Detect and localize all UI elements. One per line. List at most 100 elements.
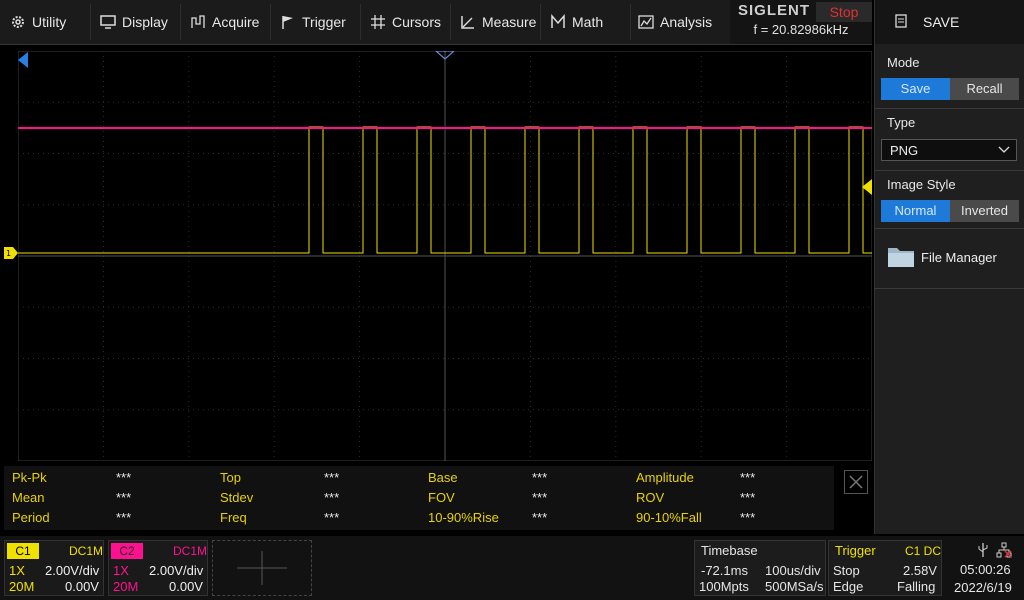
brand-block: SIGLENT Stop f = 20.82986kHz — [730, 0, 872, 44]
measurement-value: *** — [532, 470, 548, 485]
timebase-info[interactable]: Timebase -72.1ms 100us/div 100Mpts 500MS… — [694, 540, 826, 596]
menu-label: Acquire — [212, 14, 260, 30]
acquire-icon — [191, 15, 205, 28]
image-style-toggle: Normal Inverted — [881, 200, 1019, 222]
gear-icon — [12, 16, 24, 28]
measure-icon — [461, 16, 474, 29]
ch1-offset: 0.00V — [65, 579, 99, 594]
ch2-bandwidth: 20M — [113, 579, 139, 594]
menu-acquire[interactable]: Acquire — [190, 0, 270, 44]
menu-display[interactable]: Display — [100, 0, 180, 44]
menu-trigger[interactable]: Trigger — [280, 0, 360, 44]
menu-label: Display — [122, 14, 168, 30]
trigger-level: 2.58V — [903, 563, 937, 578]
clock-date: 2022/6/19 — [954, 580, 1012, 595]
timebase-delay: -72.1ms — [701, 563, 748, 578]
run-status-badge[interactable]: Stop — [816, 2, 872, 22]
trigger-type: Edge — [833, 579, 864, 594]
measurement-value: *** — [532, 510, 548, 525]
measurement-label: FOV — [428, 490, 455, 505]
measurement-label: ROV — [636, 490, 665, 505]
menu-measure[interactable]: Measure — [460, 0, 540, 44]
measurement-row: Pk-Pk *** Top *** Base *** Amplitude *** — [4, 468, 834, 488]
menu-cursors[interactable]: Cursors — [370, 0, 450, 44]
file-manager-label: File Manager — [921, 250, 997, 265]
monitor-icon — [100, 15, 116, 29]
frequency-readout: f = 20.82986kHz — [753, 22, 849, 37]
measurement-row: Period *** Freq *** 10-90%Rise *** 90-10%Fall *… — [4, 508, 834, 528]
usb-icon — [978, 543, 988, 557]
ch1-info[interactable]: C1 DC1M 1X 2.00V/div 20M 0.00V — [4, 540, 104, 596]
menu-label: Cursors — [392, 14, 442, 30]
waveform-display[interactable] — [18, 51, 872, 461]
mode-save-option[interactable]: Save — [881, 78, 950, 100]
network-icon — [996, 542, 1012, 558]
clock-time: 05:00:26 — [960, 562, 1011, 577]
file-manager-button[interactable]: File Manager — [875, 232, 1024, 284]
ch2-coupling: DC1M — [173, 544, 208, 558]
panel-title: SAVE — [923, 14, 960, 30]
folder-icon — [888, 248, 914, 267]
chevron-down-icon — [998, 146, 1010, 153]
ch1-scale: 2.00V/div — [45, 563, 100, 578]
trigger-slope: Falling — [897, 579, 936, 594]
ch1-offset-marker[interactable]: 1 — [4, 247, 18, 259]
measurement-value: *** — [324, 470, 340, 485]
type-label: Type — [887, 115, 916, 130]
cursor-cross-icon — [371, 15, 385, 29]
type-select[interactable]: PNG — [881, 139, 1017, 161]
type-value: PNG — [890, 143, 919, 158]
close-icon — [849, 475, 863, 489]
measurement-row: Mean *** Stdev *** FOV *** ROV *** — [4, 488, 834, 508]
panel-header: SAVE — [875, 0, 1024, 44]
trigger-info[interactable]: Trigger C1 DC Stop 2.58V Edge Falling — [828, 540, 942, 596]
ch1-badge: C1 — [7, 543, 39, 559]
measurement-value: *** — [740, 510, 756, 525]
memory-depth: 100Mpts — [699, 579, 749, 594]
menu-utility[interactable]: Utility — [10, 0, 90, 44]
horizontal-offset-marker[interactable] — [18, 52, 28, 68]
measurement-label: Freq — [220, 510, 247, 525]
measurement-value: *** — [116, 510, 132, 525]
menu-label: Trigger — [302, 14, 346, 30]
style-normal-option[interactable]: Normal — [881, 200, 950, 222]
ch1-coupling: DC1M — [69, 544, 104, 558]
trigger-label: Trigger — [835, 543, 876, 558]
measurement-value: *** — [532, 490, 548, 505]
ch1-bandwidth: 20M — [9, 579, 35, 594]
flag-icon — [282, 16, 293, 29]
style-inverted-option[interactable]: Inverted — [950, 200, 1019, 222]
svg-text:1: 1 — [6, 249, 11, 258]
timebase-scale: 100us/div — [765, 563, 821, 578]
save-panel: SAVE Mode Save Recall Type PNG Image Sty… — [874, 0, 1024, 534]
trigger-state: Stop — [833, 563, 860, 578]
plus-icon — [237, 551, 287, 585]
measurement-value: *** — [740, 490, 756, 505]
measurement-label: Pk-Pk — [12, 470, 47, 485]
sample-rate: 500MSa/s — [765, 579, 824, 594]
measurement-label: 10-90%Rise — [428, 510, 499, 525]
ch2-scale: 2.00V/div — [149, 563, 204, 578]
menu-label: Measure — [482, 14, 537, 30]
ch2-probe: 1X — [113, 563, 129, 578]
close-measure-button[interactable] — [844, 470, 868, 494]
measurement-label: Stdev — [220, 490, 254, 505]
trigger-level-marker[interactable] — [862, 179, 872, 195]
brand-logo: SIGLENT — [738, 2, 811, 19]
ch2-info[interactable]: C2 DC1M 1X 2.00V/div 20M 0.00V — [108, 540, 208, 596]
measurement-table: Pk-Pk *** Top *** Base *** Amplitude *** Mean ***… — [4, 466, 834, 530]
menu-analysis[interactable]: Analysis — [638, 0, 728, 44]
measurement-label: Top — [220, 470, 241, 485]
add-channel-button[interactable] — [212, 540, 312, 596]
menu-label: Math — [572, 14, 604, 30]
measurement-value: *** — [324, 510, 340, 525]
mode-toggle: Save Recall — [881, 78, 1019, 100]
measurement-value: *** — [116, 490, 132, 505]
measurement-label: Base — [428, 470, 458, 485]
menu-math[interactable]: Math — [550, 0, 620, 44]
measurement-label: 90-10%Fall — [636, 510, 702, 525]
ch2-offset: 0.00V — [169, 579, 203, 594]
timebase-label: Timebase — [701, 543, 758, 558]
measurement-value: *** — [324, 490, 340, 505]
mode-recall-option[interactable]: Recall — [950, 78, 1019, 100]
